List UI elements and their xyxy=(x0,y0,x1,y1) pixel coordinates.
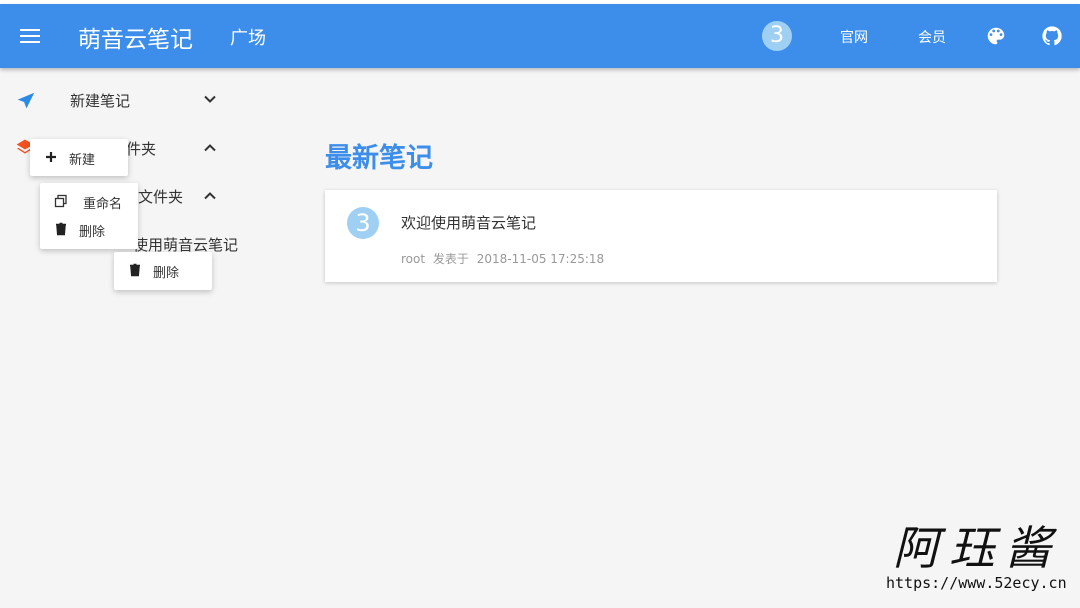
author-avatar: 3 xyxy=(347,207,379,239)
trash-icon xyxy=(130,263,140,277)
note-datetime: 2018-11-05 17:25:18 xyxy=(476,252,605,266)
plus-icon xyxy=(46,152,56,162)
menu-item-label: 删除 xyxy=(79,225,106,240)
app-title[interactable]: 萌音云笔记 xyxy=(78,20,193,54)
chevron-up-icon xyxy=(204,144,216,152)
sidebar-item-label: 件夹 xyxy=(126,140,157,158)
trash-icon xyxy=(56,222,66,236)
chevron-up-icon xyxy=(204,192,216,200)
context-menu-note: 删除 xyxy=(114,252,212,290)
rename-button[interactable]: 重命名 xyxy=(54,194,134,212)
note-title[interactable]: 欢迎使用萌音云笔记 xyxy=(401,212,536,233)
watermark-url: https://www.52ecy.cn xyxy=(886,574,1067,592)
delete-note-button[interactable]: 删除 xyxy=(128,263,208,281)
nav-member-link[interactable]: 会员 xyxy=(918,27,946,47)
chevron-down-icon xyxy=(204,95,216,103)
new-button[interactable]: 新建 xyxy=(44,150,124,168)
nav-official-link[interactable]: 官网 xyxy=(840,27,868,47)
copy-icon xyxy=(54,194,67,208)
menu-item-label: 删除 xyxy=(153,266,180,281)
palette-icon[interactable] xyxy=(985,25,1007,47)
note-published-label: 发表于 xyxy=(432,252,469,266)
menu-item-label: 重命名 xyxy=(83,197,123,212)
menu-item-label: 新建 xyxy=(69,153,96,168)
context-menu-folder: 重命名 删除 xyxy=(40,183,138,249)
sidebar-item-new-note[interactable]: 新建笔记 xyxy=(0,84,240,116)
nav-square-link[interactable]: 广场 xyxy=(230,24,266,50)
note-card[interactable]: 3 欢迎使用萌音云笔记 root 发表于 2018-11-05 17:25:18 xyxy=(325,190,997,282)
sidebar-item-label: 文件夹 xyxy=(138,188,184,206)
note-author: root xyxy=(401,252,426,266)
note-meta: root 发表于 2018-11-05 17:25:18 xyxy=(401,250,608,267)
context-menu-new: 新建 xyxy=(30,139,128,176)
menu-icon[interactable] xyxy=(14,20,46,52)
app-header: 萌音云笔记 广场 3 官网 会员 xyxy=(0,4,1080,68)
sidebar-item-label: 新建笔记 xyxy=(70,92,131,110)
watermark-signature: 阿珏酱 xyxy=(893,521,1061,575)
section-title: 最新笔记 xyxy=(325,143,433,174)
github-icon[interactable] xyxy=(1041,25,1063,47)
user-avatar[interactable]: 3 xyxy=(762,21,792,51)
send-icon xyxy=(17,92,35,109)
delete-folder-button[interactable]: 删除 xyxy=(54,222,134,240)
